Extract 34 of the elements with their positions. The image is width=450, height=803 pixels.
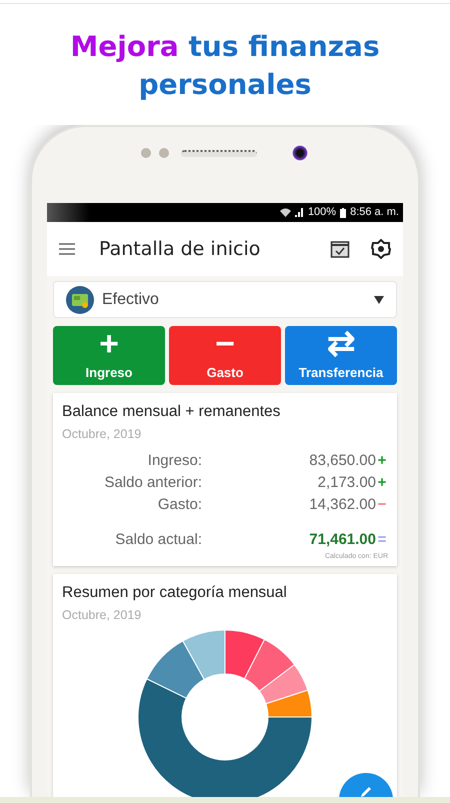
settings-icon[interactable] xyxy=(371,239,391,259)
menu-icon[interactable] xyxy=(59,243,75,255)
balance-amount: 14,362.00 xyxy=(308,494,376,515)
wallet-icon xyxy=(66,286,94,314)
sign-icon: + xyxy=(376,450,388,472)
speaker-grille-icon xyxy=(181,150,257,156)
headline: Mejora tus finanzas personales xyxy=(69,29,381,103)
card-date: Octubre, 2019 xyxy=(62,606,142,624)
sign-icon: + xyxy=(376,472,388,494)
clock-time: 8:56 a. m. xyxy=(350,205,399,220)
wifi-icon xyxy=(280,208,291,217)
card-title: Resumen por categoría mensual xyxy=(62,582,288,602)
balance-label: Gasto: xyxy=(156,494,202,515)
battery-icon xyxy=(340,208,346,218)
app-bar-title: Pantalla de inicio xyxy=(99,236,260,262)
battery-level: 100% xyxy=(308,205,336,220)
camera-icon xyxy=(291,144,309,162)
account-dropdown[interactable]: Efectivo xyxy=(53,281,397,318)
action-button[interactable]: + Ingreso xyxy=(53,326,165,385)
action-button[interactable]: ⇄ Transferencia xyxy=(285,326,397,385)
calendar-icon[interactable] xyxy=(330,239,350,259)
balance-label: Ingreso: xyxy=(146,450,202,471)
balance-amount: 83,650.00 xyxy=(308,450,376,471)
balance-label: Saldo actual: xyxy=(114,530,202,550)
sign-icon: = xyxy=(376,528,388,552)
signal-icon xyxy=(294,208,304,217)
balance-label: Saldo anterior: xyxy=(103,472,202,493)
balance-amount: 2,173.00 xyxy=(316,472,376,493)
balance-amount: 71,461.00 xyxy=(308,530,376,550)
card-date: Octubre, 2019 xyxy=(62,426,142,444)
sign-icon: − xyxy=(376,494,388,516)
action-button[interactable]: − Gasto xyxy=(169,326,281,385)
card-title: Balance mensual + remanentes xyxy=(62,402,282,422)
dropdown-caret-icon xyxy=(374,296,384,304)
